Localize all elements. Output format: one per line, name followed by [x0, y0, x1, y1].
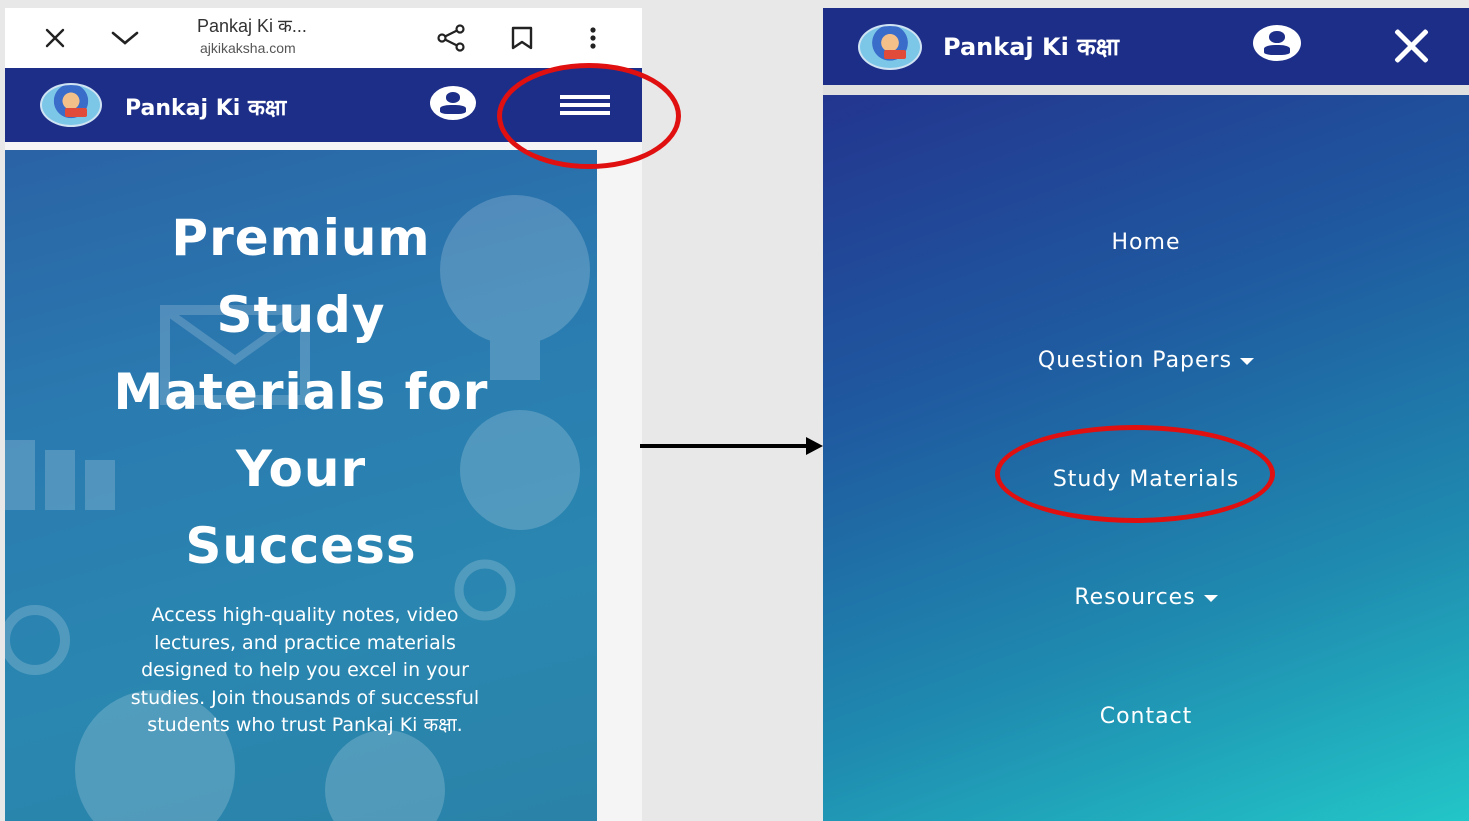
hero-description-line: students who trust Pankaj Ki कक्षा.: [147, 714, 463, 736]
menu-item-label: Contact: [1099, 704, 1193, 729]
hero-title-line: Your: [235, 440, 367, 498]
hero-title-line: Success: [185, 517, 417, 575]
arrow-head-icon: [806, 437, 823, 455]
hero-title-line: Materials for: [113, 363, 489, 421]
close-icon[interactable]: [33, 16, 77, 60]
menu-item-label: Resources: [1074, 585, 1196, 610]
caret-down-icon: [1203, 594, 1218, 602]
hero-description-line: lectures, and practice materials: [154, 631, 456, 654]
menu-item-label: Home: [1111, 230, 1181, 255]
highlight-circle-hamburger: [497, 63, 681, 169]
site-navbar-open: Pankaj Ki कक्षा: [823, 8, 1469, 85]
hero-section: Premium Study Materials for Your Success…: [5, 150, 597, 821]
menu-item-resources[interactable]: Resources: [823, 585, 1469, 610]
hero-description-line: studies. Join thousands of successful: [130, 686, 480, 709]
tab-title: Pankaj Ki क...: [197, 16, 307, 36]
url-text[interactable]: ajkikaksha.com: [200, 40, 296, 56]
chevron-down-icon[interactable]: [103, 16, 147, 60]
close-menu-icon[interactable]: [1391, 26, 1431, 66]
hero-description-line: designed to help you excel in your: [141, 659, 469, 681]
hero-description-line: Access high-quality notes, video: [151, 604, 459, 626]
bookmark-icon[interactable]: [500, 16, 544, 60]
hero-title: Premium Study Materials for Your Success: [5, 200, 597, 585]
site-logo[interactable]: [40, 83, 102, 127]
share-icon[interactable]: [429, 16, 473, 60]
user-icon[interactable]: [430, 86, 476, 120]
highlight-circle-study-materials: [995, 425, 1275, 523]
site-logo[interactable]: [858, 24, 922, 70]
phone-screenshot-after: Pankaj Ki कक्षा Home Question Papers Stu…: [823, 8, 1469, 821]
browser-toolbar: Pankaj Ki क... ajkikaksha.com: [5, 8, 642, 68]
hero-title-line: Study: [216, 286, 386, 344]
caret-down-icon: [1240, 357, 1255, 365]
hero-description: Access high-quality notes, video lecture…: [45, 602, 565, 740]
hero-title-line: Premium: [171, 209, 431, 267]
more-vert-icon[interactable]: [571, 16, 615, 60]
menu-item-home[interactable]: Home: [823, 230, 1469, 255]
arrow-line: [640, 444, 810, 448]
menu-item-label: Question Papers: [1037, 348, 1233, 373]
site-brand[interactable]: Pankaj Ki कक्षा: [943, 30, 1119, 63]
site-brand[interactable]: Pankaj Ki कक्षा: [125, 92, 286, 122]
menu-item-contact[interactable]: Contact: [823, 704, 1469, 729]
user-icon[interactable]: [1253, 25, 1301, 61]
menu-item-question-papers[interactable]: Question Papers: [823, 348, 1469, 373]
